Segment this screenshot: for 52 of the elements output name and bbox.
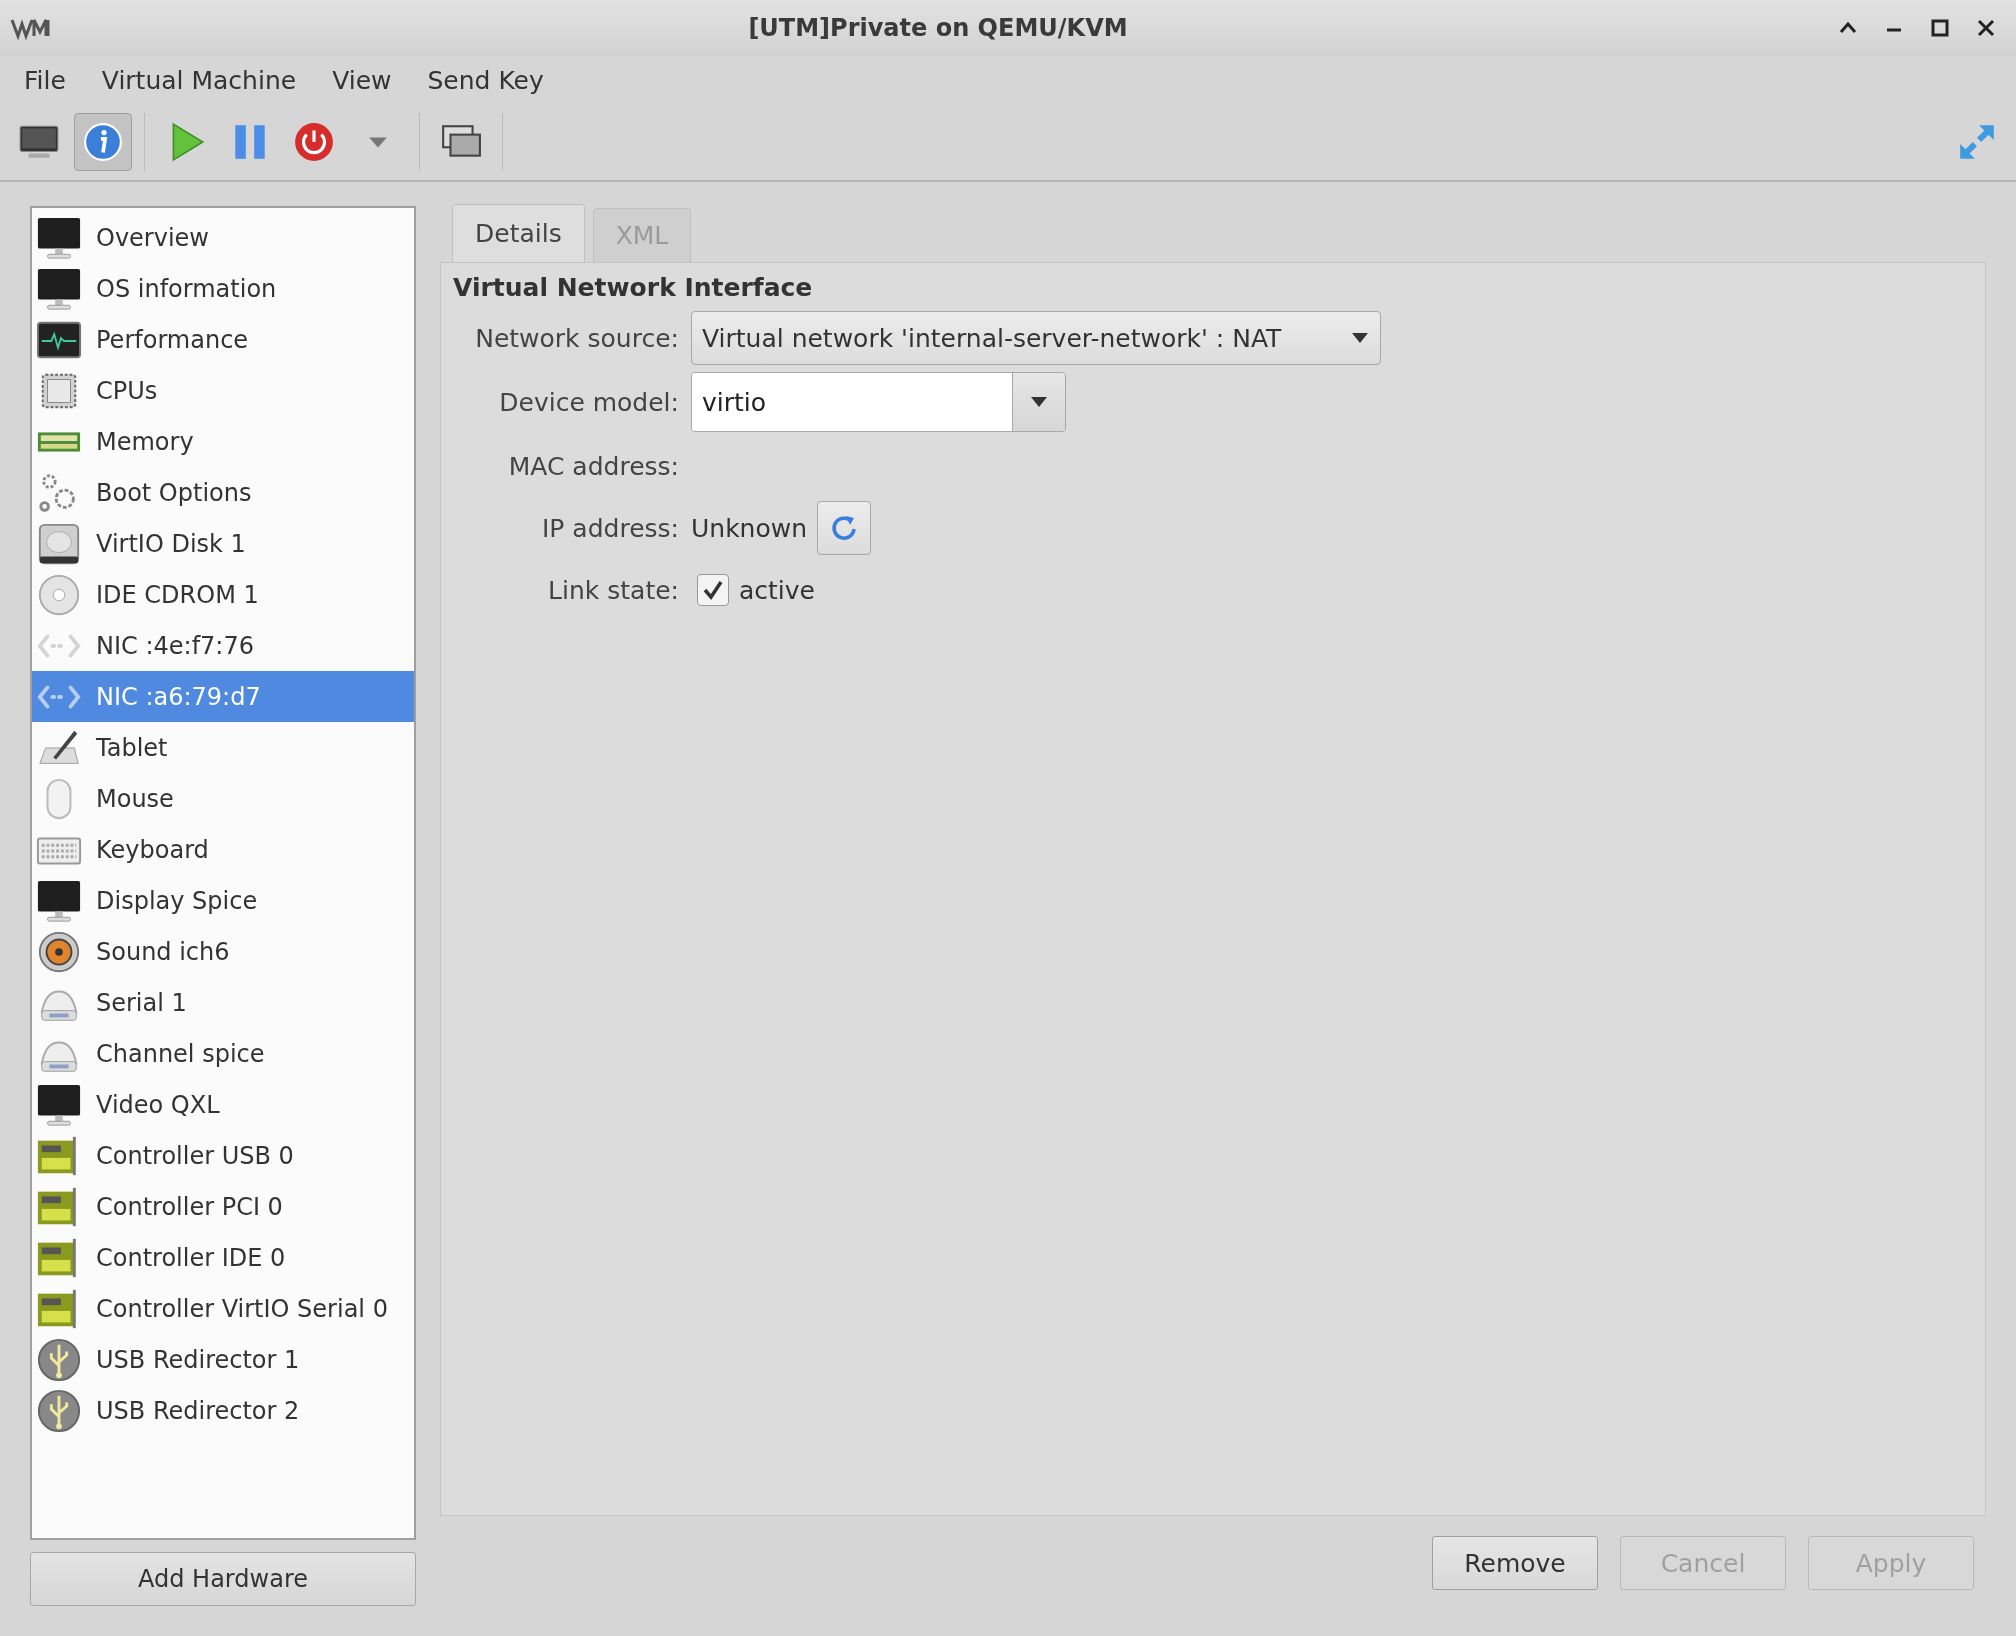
hardware-list-item[interactable]: Performance [32,314,414,365]
hardware-list-item[interactable]: Sound ich6 [32,926,414,977]
hardware-list-item[interactable]: IDE CDROM 1 [32,569,414,620]
hardware-list-item[interactable]: Serial 1 [32,977,414,1028]
section-heading: Virtual Network Interface [453,273,814,302]
details-button[interactable] [74,113,132,171]
hardware-list-item[interactable]: CPUs [32,365,414,416]
hardware-list-item[interactable]: Controller VirtIO Serial 0 [32,1283,414,1334]
hardware-list-item[interactable]: Video QXL [32,1079,414,1130]
hardware-list-item[interactable]: Keyboard [32,824,414,875]
field-label: Link state: [547,575,679,605]
hardware-list-item[interactable]: USB Redirector 2 [32,1385,414,1436]
checkbox-label: active [739,575,815,605]
menu-item[interactable]: View [314,65,410,95]
field-label: Device model: [498,387,679,417]
action-button[interactable]: Remove [1432,1536,1598,1590]
hardware-list-item[interactable]: Channel spice [32,1028,414,1079]
caret-icon [1350,331,1370,345]
minimize-icon [1887,26,1901,33]
checkbox[interactable] [697,574,729,606]
usb-icon [36,1387,82,1434]
hardware-list-item[interactable]: USB Redirector 1 [32,1334,414,1385]
checkmark-icon [701,578,725,602]
hardware-list-item[interactable]: Display Spice [32,875,414,926]
ip-address-value: Unknown [691,513,808,543]
hardware-list-item[interactable]: Controller PCI 0 [32,1181,414,1232]
field-label: IP address: [540,513,679,543]
hardware-list-item[interactable]: VirtIO Disk 1 [32,518,414,569]
caret-icon [1029,395,1049,409]
hardware-list-item[interactable]: Controller IDE 0 [32,1232,414,1283]
hardware-list-item[interactable]: Tablet [32,722,414,773]
power-icon [293,121,335,163]
field-label: Network source: [474,323,679,353]
hardware-list-item[interactable]: Boot Options [32,467,414,518]
hardware-list-item[interactable]: Mouse [32,773,414,824]
device-model-combo[interactable]: virtio [691,372,1066,432]
usb-icon [36,1336,82,1383]
info-icon [82,121,124,163]
tab[interactable]: Details [452,204,585,262]
refresh-button[interactable] [817,501,872,555]
hardware-list-item[interactable]: Overview [32,212,414,263]
menu-item[interactable]: Virtual Machine [83,65,315,95]
hardware-list-item[interactable]: NIC :4e:f7:76 [32,620,414,671]
add-hardware-button[interactable]: Add Hardware [30,1552,416,1606]
network-source-dropdown[interactable]: Virtual network 'internal-server-network' : NAT [691,311,1381,365]
hardware-list-item[interactable]: Memory [32,416,414,467]
hardware-list-item[interactable]: Controller USB 0 [32,1130,414,1181]
menu-item[interactable]: Send Key [409,65,562,95]
hardware-list-item[interactable]: OS information [32,263,414,314]
field-label: MAC address: [507,451,679,481]
window-title: [UTM]Private on QEMU/KVM [747,14,1129,42]
menu-item[interactable]: File [6,65,84,95]
